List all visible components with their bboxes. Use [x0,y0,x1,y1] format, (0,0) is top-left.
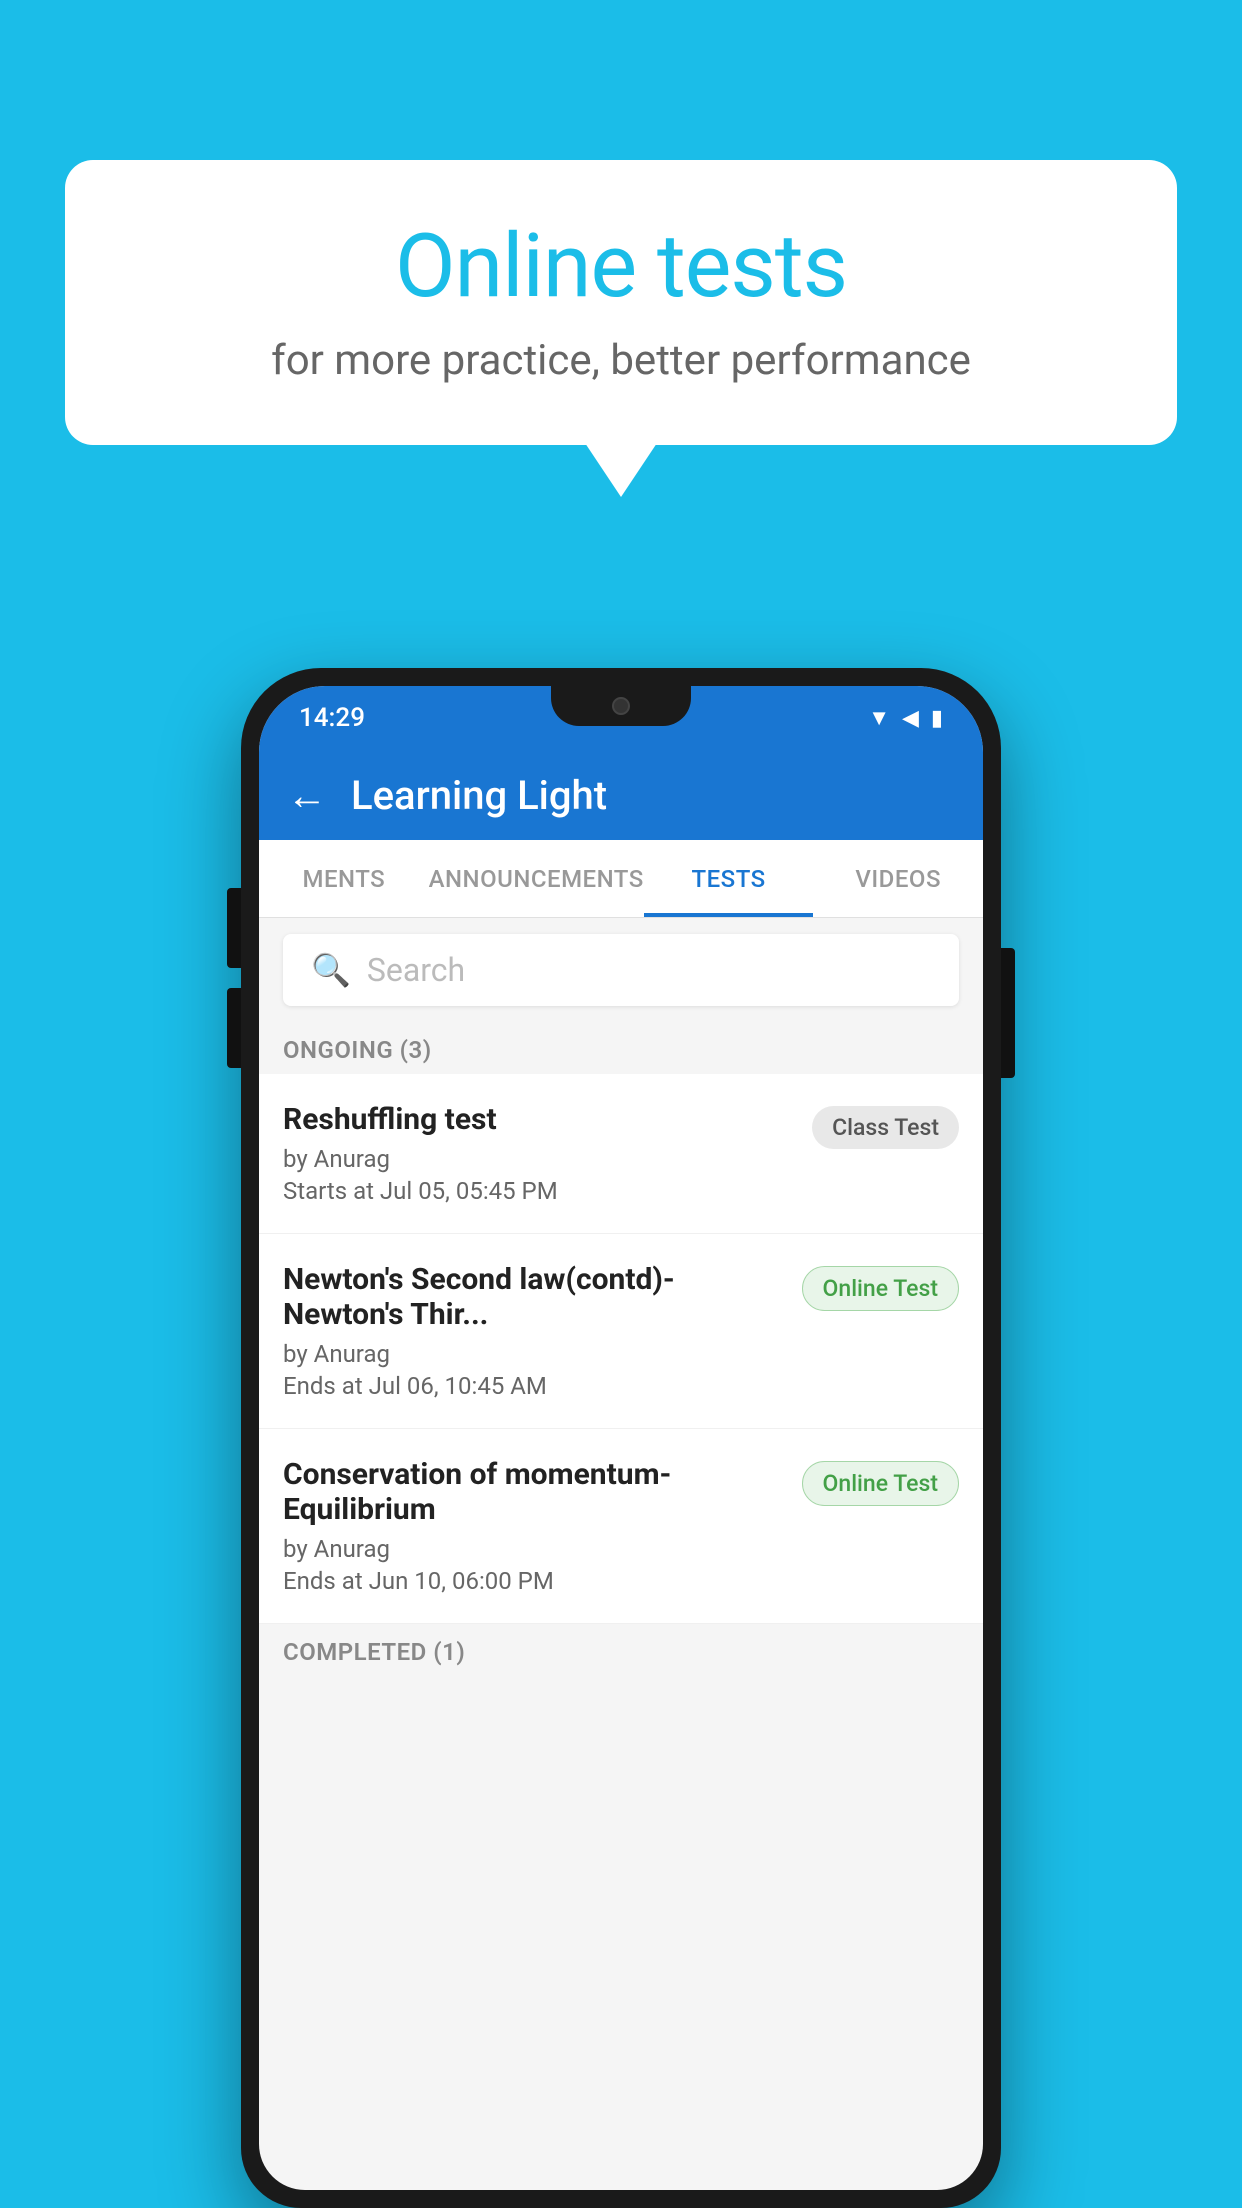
wifi-icon: ▼ [868,705,890,731]
test-time-reshuffling: Starts at Jul 05, 05:45 PM [283,1177,796,1205]
test-badge-conservation: Online Test [802,1461,959,1506]
promo-bubble: Online tests for more practice, better p… [65,160,1177,445]
power-button [1001,948,1015,1078]
test-badge-newton: Online Test [802,1266,959,1311]
tabs-bar: MENTS ANNOUNCEMENTS TESTS VIDEOS [259,840,983,918]
tab-announcements[interactable]: ANNOUNCEMENTS [429,840,644,917]
test-name-newton: Newton's Second law(contd)-Newton's Thir… [283,1262,786,1332]
test-badge-reshuffling: Class Test [812,1106,959,1149]
front-camera [612,697,630,715]
tab-tests[interactable]: TESTS [644,840,814,917]
tab-ments[interactable]: MENTS [259,840,429,917]
tab-videos[interactable]: VIDEOS [813,840,983,917]
ongoing-section-label: ONGOING (3) [259,1022,983,1074]
app-header: ← Learning Light [259,750,983,840]
battery-icon: ▮ [931,706,943,731]
test-by-newton: by Anurag [283,1340,786,1368]
status-time: 14:29 [299,703,365,733]
completed-section-label: COMPLETED (1) [259,1624,983,1676]
test-time-conservation: Ends at Jun 10, 06:00 PM [283,1567,786,1595]
test-name-reshuffling: Reshuffling test [283,1102,796,1137]
test-name-conservation: Conservation of momentum-Equilibrium [283,1457,786,1527]
status-icons: ▼ ◀ ▮ [868,705,943,731]
bubble-subtitle: for more practice, better performance [125,336,1117,385]
test-item-newton[interactable]: Newton's Second law(contd)-Newton's Thir… [259,1234,983,1429]
signal-icon: ◀ [902,706,919,731]
test-info-reshuffling: Reshuffling test by Anurag Starts at Jul… [283,1102,812,1205]
search-icon: 🔍 [311,951,351,989]
test-by-reshuffling: by Anurag [283,1145,796,1173]
bubble-title: Online tests [125,215,1117,318]
phone-notch [551,686,691,726]
test-by-conservation: by Anurag [283,1535,786,1563]
search-bar[interactable]: 🔍 Search [283,934,959,1006]
tests-list: Reshuffling test by Anurag Starts at Jul… [259,1074,983,1624]
test-info-conservation: Conservation of momentum-Equilibrium by … [283,1457,802,1595]
search-placeholder: Search [367,951,465,989]
test-info-newton: Newton's Second law(contd)-Newton's Thir… [283,1262,802,1400]
test-item-reshuffling[interactable]: Reshuffling test by Anurag Starts at Jul… [259,1074,983,1234]
test-time-newton: Ends at Jul 06, 10:45 AM [283,1372,786,1400]
volume-down-button [227,988,241,1068]
status-bar: 14:29 ▼ ◀ ▮ [259,686,983,750]
phone-screen: 14:29 ▼ ◀ ▮ ← Learning Light MENTS ANNOU… [259,686,983,2190]
phone-mockup: 14:29 ▼ ◀ ▮ ← Learning Light MENTS ANNOU… [241,668,1001,2208]
back-button[interactable]: ← [287,772,327,819]
app-title: Learning Light [351,772,607,819]
volume-up-button [227,888,241,968]
test-item-conservation[interactable]: Conservation of momentum-Equilibrium by … [259,1429,983,1624]
search-container: 🔍 Search [259,918,983,1022]
